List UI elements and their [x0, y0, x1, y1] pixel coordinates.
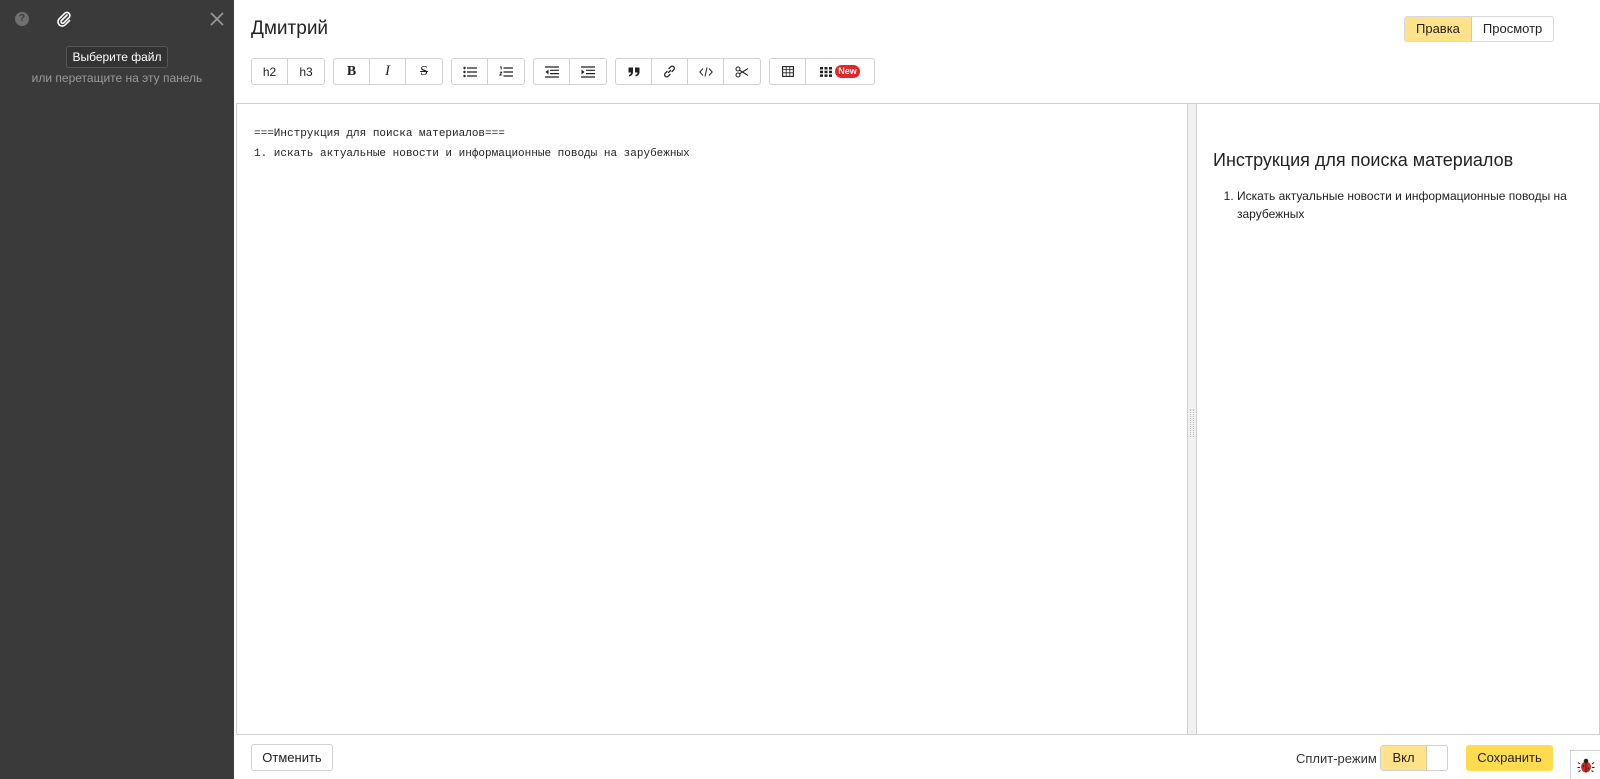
bug-report-icon[interactable] [1570, 750, 1600, 779]
table-icon[interactable] [770, 59, 806, 84]
markup-editor[interactable]: ===Инструкция для поиска материалов=== 1… [236, 103, 1188, 735]
list-item: Искать актуальные новости и информационн… [1237, 187, 1583, 223]
toggle-knob [1427, 746, 1447, 770]
close-icon[interactable] [208, 10, 226, 28]
h2-button[interactable]: h2 [252, 59, 288, 84]
code-icon[interactable] [688, 59, 724, 84]
grid-new-button[interactable]: New [806, 59, 874, 84]
paperclip-icon[interactable] [55, 10, 73, 28]
italic-button[interactable]: I [370, 59, 406, 84]
tab-edit[interactable]: Правка [1405, 17, 1472, 41]
page-title: Дмитрий [251, 18, 329, 39]
cancel-button[interactable]: Отменить [251, 744, 333, 771]
preview-pane: Инструкция для поиска материалов Искать … [1196, 103, 1600, 735]
list-group [451, 58, 525, 85]
preview-list: Искать актуальные новости и информационн… [1213, 187, 1583, 223]
indent-icon[interactable] [570, 59, 606, 84]
drop-hint: или перетащите на эту панель [31, 71, 203, 85]
insert-group [615, 58, 761, 85]
tab-preview[interactable]: Просмотр [1471, 17, 1554, 41]
h3-button[interactable]: h3 [288, 59, 324, 84]
formatting-toolbar: h2 h3 B I S New [251, 58, 875, 85]
outdent-icon[interactable] [534, 59, 570, 84]
editor-line: ===Инструкция для поиска материалов=== [254, 128, 505, 140]
cut-icon[interactable] [724, 59, 760, 84]
attachments-sidebar: ? Выберите файл или перетащите на эту па… [0, 0, 234, 779]
table-group: New [769, 58, 875, 85]
save-button[interactable]: Сохранить [1466, 745, 1553, 771]
grid-icon [820, 66, 833, 77]
new-badge: New [835, 65, 860, 78]
quote-icon[interactable] [616, 59, 652, 84]
split-mode-toggle[interactable]: Вкл [1380, 745, 1448, 771]
strikethrough-button[interactable]: S [406, 59, 442, 84]
grip-icon [1190, 409, 1194, 437]
bold-button[interactable]: B [334, 59, 370, 84]
text-style-group: B I S [333, 58, 443, 85]
indent-group [533, 58, 607, 85]
choose-file-button[interactable]: Выберите файл [66, 46, 168, 68]
editor-line: 1. искать актуальные новости и информаци… [254, 148, 690, 160]
preview-heading: Инструкция для поиска материалов [1213, 150, 1514, 170]
link-icon[interactable] [652, 59, 688, 84]
bullet-list-icon[interactable] [452, 59, 488, 84]
split-handle[interactable] [1188, 103, 1196, 735]
heading-group: h2 h3 [251, 58, 325, 85]
help-icon[interactable]: ? [15, 12, 29, 26]
split-mode-label: Сплит-режим [1296, 751, 1377, 766]
split-mode-on: Вкл [1381, 746, 1427, 770]
mode-switch: Правка Просмотр [1404, 16, 1555, 42]
numbered-list-icon[interactable] [488, 59, 524, 84]
